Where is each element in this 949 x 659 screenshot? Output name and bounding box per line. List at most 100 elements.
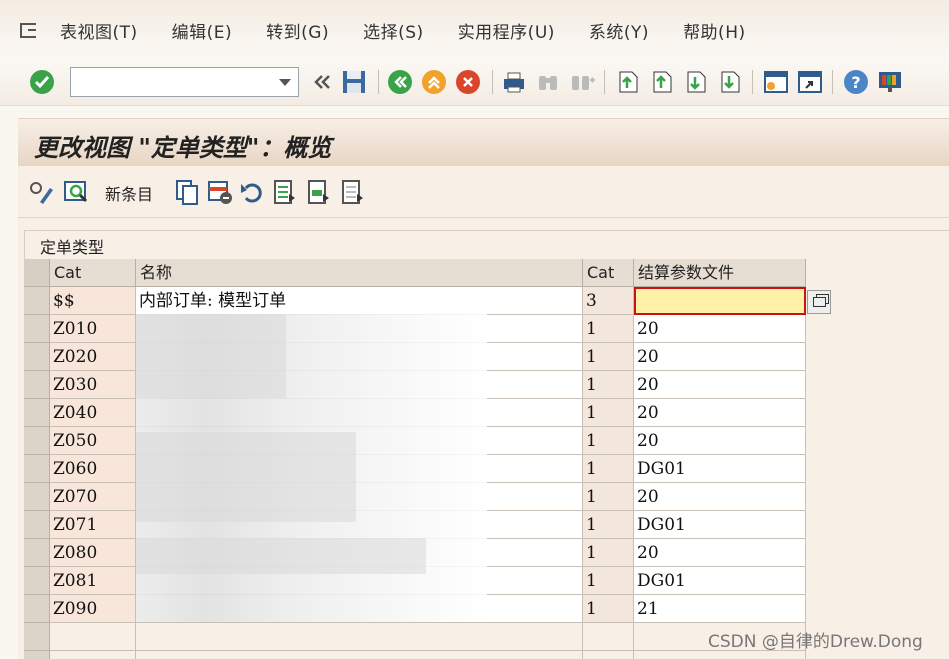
back-double-icon[interactable] bbox=[308, 68, 336, 96]
row-selector[interactable] bbox=[24, 343, 50, 371]
menu-table-view[interactable]: 表视图(T) bbox=[60, 18, 138, 43]
find-next-icon[interactable] bbox=[568, 68, 596, 96]
cell-settlement-profile[interactable]: 20 bbox=[634, 427, 806, 455]
help-icon[interactable]: ? bbox=[842, 68, 870, 96]
application-toolbar: 新条目 bbox=[18, 166, 949, 218]
cell-cat: Z090 bbox=[50, 595, 136, 623]
cell-cat: Z030 bbox=[50, 371, 136, 399]
page-title: 更改视图 "定单类型"：概览 bbox=[34, 133, 332, 162]
cell-cat-2: 1 bbox=[583, 483, 634, 511]
select-all-cell[interactable] bbox=[24, 259, 50, 287]
save-icon[interactable] bbox=[340, 68, 368, 96]
cell-cat-2: 1 bbox=[583, 455, 634, 483]
cell-cat-2: 1 bbox=[583, 511, 634, 539]
row-selector[interactable] bbox=[24, 539, 50, 567]
cell-settlement-profile[interactable]: DG01 bbox=[634, 455, 806, 483]
row-selector[interactable] bbox=[24, 427, 50, 455]
cell-cat: $$ bbox=[50, 287, 136, 315]
select-icon[interactable] bbox=[62, 178, 90, 206]
row-selector[interactable] bbox=[24, 511, 50, 539]
empty-cell[interactable] bbox=[583, 623, 634, 651]
copy-icon[interactable] bbox=[174, 178, 200, 206]
cell-cat-2: 1 bbox=[583, 399, 634, 427]
menu-edit[interactable]: 编辑(E) bbox=[172, 18, 233, 43]
cell-cat: Z080 bbox=[50, 539, 136, 567]
cell-cat: Z010 bbox=[50, 315, 136, 343]
cell-cat-2: 3 bbox=[583, 287, 634, 315]
menu-selection[interactable]: 选择(S) bbox=[363, 18, 424, 43]
row-selector[interactable] bbox=[24, 483, 50, 511]
row-selector[interactable] bbox=[24, 371, 50, 399]
exit-icon[interactable] bbox=[420, 68, 448, 96]
cell-settlement-profile[interactable]: 20 bbox=[634, 539, 806, 567]
menu-bar: 表视图(T) 编辑(E) 转到(G) 选择(S) 实用程序(U) 系统(Y) 帮… bbox=[0, 0, 949, 60]
print-icon[interactable] bbox=[500, 68, 528, 96]
menu-system[interactable]: 系统(Y) bbox=[589, 18, 649, 43]
row-selector[interactable] bbox=[24, 287, 50, 315]
group-title: 定单类型 bbox=[40, 238, 105, 257]
row-selector[interactable] bbox=[24, 595, 50, 623]
empty-cell[interactable] bbox=[583, 651, 634, 659]
cell-cat: Z081 bbox=[50, 567, 136, 595]
row-selector[interactable] bbox=[24, 651, 50, 659]
value-help-button[interactable] bbox=[807, 290, 831, 314]
cell-settlement-profile[interactable]: 20 bbox=[634, 315, 806, 343]
header-name[interactable]: 名称 bbox=[136, 259, 583, 287]
command-field[interactable] bbox=[70, 67, 299, 97]
prev-page-icon[interactable] bbox=[648, 68, 676, 96]
row-selector[interactable] bbox=[24, 455, 50, 483]
cell-cat-2: 1 bbox=[583, 539, 634, 567]
row-selector[interactable] bbox=[24, 567, 50, 595]
cell-cat-2: 1 bbox=[583, 343, 634, 371]
row-selector[interactable] bbox=[24, 623, 50, 651]
deselect-all-icon[interactable] bbox=[340, 178, 366, 206]
menu-goto[interactable]: 转到(G) bbox=[266, 18, 329, 43]
cell-cat: Z070 bbox=[50, 483, 136, 511]
empty-cell[interactable] bbox=[634, 651, 806, 659]
cancel-icon[interactable] bbox=[454, 68, 482, 96]
cell-settlement-profile[interactable]: DG01 bbox=[634, 567, 806, 595]
header-cat[interactable]: Cat bbox=[50, 259, 136, 287]
last-page-icon[interactable] bbox=[716, 68, 744, 96]
empty-cell[interactable] bbox=[136, 623, 583, 651]
cell-cat-2: 1 bbox=[583, 315, 634, 343]
cell-cat-2: 1 bbox=[583, 427, 634, 455]
delete-icon[interactable] bbox=[206, 178, 234, 206]
header-settlement-profile[interactable]: 结算参数文件 bbox=[634, 259, 806, 287]
find-icon[interactable] bbox=[534, 68, 562, 96]
cell-cat: Z040 bbox=[50, 399, 136, 427]
select-block-icon[interactable] bbox=[306, 178, 332, 206]
row-selector[interactable] bbox=[24, 399, 50, 427]
redacted-block bbox=[136, 538, 426, 574]
undo-icon[interactable] bbox=[238, 178, 266, 206]
menu-utilities[interactable]: 实用程序(U) bbox=[458, 18, 555, 43]
cell-settlement-profile[interactable]: 20 bbox=[634, 343, 806, 371]
cell-cat: Z071 bbox=[50, 511, 136, 539]
chevron-down-icon[interactable] bbox=[279, 79, 291, 86]
new-entries-button[interactable]: 新条目 bbox=[105, 181, 153, 205]
layout-icon[interactable] bbox=[876, 68, 904, 96]
title-bar: 更改视图 "定单类型"：概览 bbox=[18, 118, 949, 166]
cell-settlement-profile[interactable]: DG01 bbox=[634, 511, 806, 539]
cell-settlement-profile[interactable] bbox=[634, 287, 806, 315]
back-icon[interactable] bbox=[386, 68, 414, 96]
display-change-icon[interactable] bbox=[28, 178, 56, 206]
select-all-icon[interactable] bbox=[272, 178, 298, 206]
menu-icon[interactable] bbox=[18, 20, 40, 40]
empty-cell[interactable] bbox=[50, 651, 136, 659]
row-selector[interactable] bbox=[24, 315, 50, 343]
cell-settlement-profile[interactable]: 21 bbox=[634, 595, 806, 623]
cell-cat: Z060 bbox=[50, 455, 136, 483]
next-page-icon[interactable] bbox=[682, 68, 710, 96]
cell-settlement-profile[interactable]: 20 bbox=[634, 399, 806, 427]
empty-cell[interactable] bbox=[50, 623, 136, 651]
check-icon[interactable] bbox=[28, 68, 56, 96]
empty-cell[interactable] bbox=[136, 651, 583, 659]
cell-settlement-profile[interactable]: 20 bbox=[634, 371, 806, 399]
cell-settlement-profile[interactable]: 20 bbox=[634, 483, 806, 511]
new-session-icon[interactable] bbox=[762, 68, 790, 96]
menu-help[interactable]: 帮助(H) bbox=[683, 18, 746, 43]
first-page-icon[interactable] bbox=[614, 68, 642, 96]
header-cat-2[interactable]: Cat bbox=[583, 259, 634, 287]
shortcut-icon[interactable] bbox=[796, 68, 824, 96]
